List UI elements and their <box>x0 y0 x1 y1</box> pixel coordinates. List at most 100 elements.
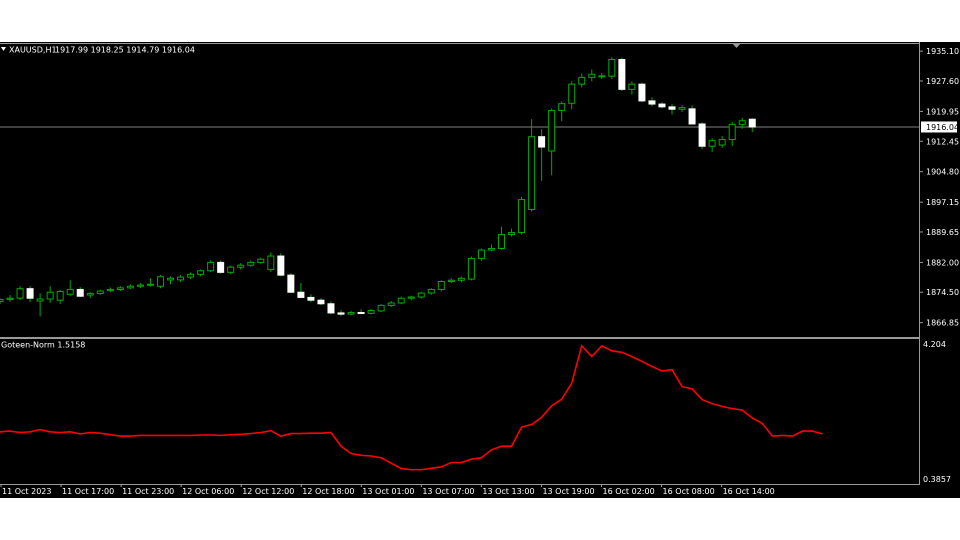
candle-body-bull <box>146 283 154 286</box>
candle <box>688 105 696 125</box>
candle-body-bull <box>167 277 175 281</box>
candle-body-bull <box>136 284 144 287</box>
candle <box>277 253 285 277</box>
candle-body-bull <box>598 75 606 78</box>
candle <box>96 289 104 295</box>
candle <box>658 102 666 109</box>
candle <box>558 101 566 122</box>
candle-body-bull <box>66 288 74 295</box>
candle-body-bull <box>548 109 556 152</box>
candle-body-bull <box>437 280 445 290</box>
candle <box>297 283 305 299</box>
chart-shift-marker-icon[interactable] <box>732 43 741 48</box>
candle <box>728 121 736 146</box>
candle <box>0 298 4 305</box>
price-tick-label: 1882.00 <box>926 258 959 267</box>
candle <box>638 82 646 103</box>
time-tick-label: 13 Oct 01:00 <box>362 487 414 496</box>
candle-body-bear <box>317 299 325 305</box>
time-tick-label: 16 Oct 08:00 <box>663 487 715 496</box>
candle <box>237 263 245 270</box>
candle <box>227 265 235 275</box>
time-tick-label: 12 Oct 18:00 <box>302 487 354 496</box>
candle <box>427 288 435 295</box>
candle-body-bear <box>217 261 225 273</box>
candle-body-bull <box>477 249 485 259</box>
candle <box>337 310 345 317</box>
price-tick-label: 1904.80 <box>926 168 959 177</box>
candle <box>146 278 154 287</box>
candle <box>126 284 134 290</box>
candle-body-bull <box>56 290 64 301</box>
indicator-max-tick: 4.204 <box>923 340 946 349</box>
candle-body-bull <box>608 59 616 77</box>
candle-body-bull <box>46 291 54 300</box>
candle-body-bull <box>126 285 134 289</box>
candle <box>307 294 315 303</box>
candle <box>648 97 656 107</box>
candle-body-bear <box>297 291 305 298</box>
time-tick-label: 13 Oct 19:00 <box>542 487 594 496</box>
candle <box>718 135 726 148</box>
candle <box>508 228 516 237</box>
candle <box>377 304 385 313</box>
candle <box>487 244 495 252</box>
candle-body-bull <box>207 261 215 272</box>
candle <box>598 73 606 80</box>
candle-body-bear <box>337 312 345 315</box>
candle <box>357 309 365 315</box>
candle-body-bull <box>197 270 205 275</box>
candle-body-bull <box>417 292 425 298</box>
candle <box>698 122 706 150</box>
candle-body-bull <box>578 76 586 85</box>
candle-body-bear <box>26 288 34 299</box>
candle <box>528 119 536 212</box>
chart-menu-triangle-icon[interactable] <box>1 47 6 51</box>
candle-body-bull <box>467 257 475 280</box>
price-tick-label: 1874.50 <box>926 288 959 297</box>
candle-body-bear <box>648 100 656 105</box>
indicator-min-tick: 0.3857 <box>923 475 951 484</box>
candle-body-bear <box>76 288 84 297</box>
candle-body-bull <box>227 266 235 273</box>
candle-body-bear <box>698 123 706 147</box>
candle <box>207 260 215 272</box>
candle <box>287 273 295 294</box>
candle <box>6 295 14 302</box>
candle-body-bull <box>267 255 275 271</box>
candle-body-bull <box>528 136 536 210</box>
candle <box>518 196 526 235</box>
candle-body-bull <box>377 304 385 312</box>
candle <box>177 275 185 282</box>
indicator-series-line <box>0 344 823 471</box>
price-tick-label: 1897.15 <box>926 198 959 207</box>
price-tick-label: 1927.60 <box>926 77 959 86</box>
time-tick-label: 12 Oct 12:00 <box>242 487 294 496</box>
chart-canvas[interactable]: 1935.10 1927.60 1919.95 1912.45 1904.80 1897.… <box>0 42 960 498</box>
candle <box>106 287 114 293</box>
candle <box>86 292 94 299</box>
price-tick-label: 1889.65 <box>926 228 959 237</box>
candle-body-bear <box>668 106 676 110</box>
candle-body-bull <box>457 277 465 281</box>
candle-body-bull <box>0 298 4 302</box>
candle <box>257 257 265 264</box>
candle-body-bull <box>407 296 415 299</box>
time-tick-label: 16 Oct 02:00 <box>603 487 655 496</box>
candle <box>498 226 505 250</box>
candle <box>26 285 34 303</box>
candle-body-bull <box>247 261 255 266</box>
candle-body-bull <box>558 103 566 111</box>
candle <box>568 81 576 110</box>
candle <box>578 73 586 88</box>
candle <box>387 300 395 307</box>
candle <box>167 276 175 285</box>
candle-body-bull <box>708 140 716 147</box>
current-price-label: 1916.04 <box>926 123 959 132</box>
candle <box>347 310 355 316</box>
candle <box>548 108 556 176</box>
candle-body-bear <box>638 83 646 102</box>
candle <box>56 289 64 304</box>
candle <box>407 295 415 301</box>
candle <box>136 283 144 288</box>
